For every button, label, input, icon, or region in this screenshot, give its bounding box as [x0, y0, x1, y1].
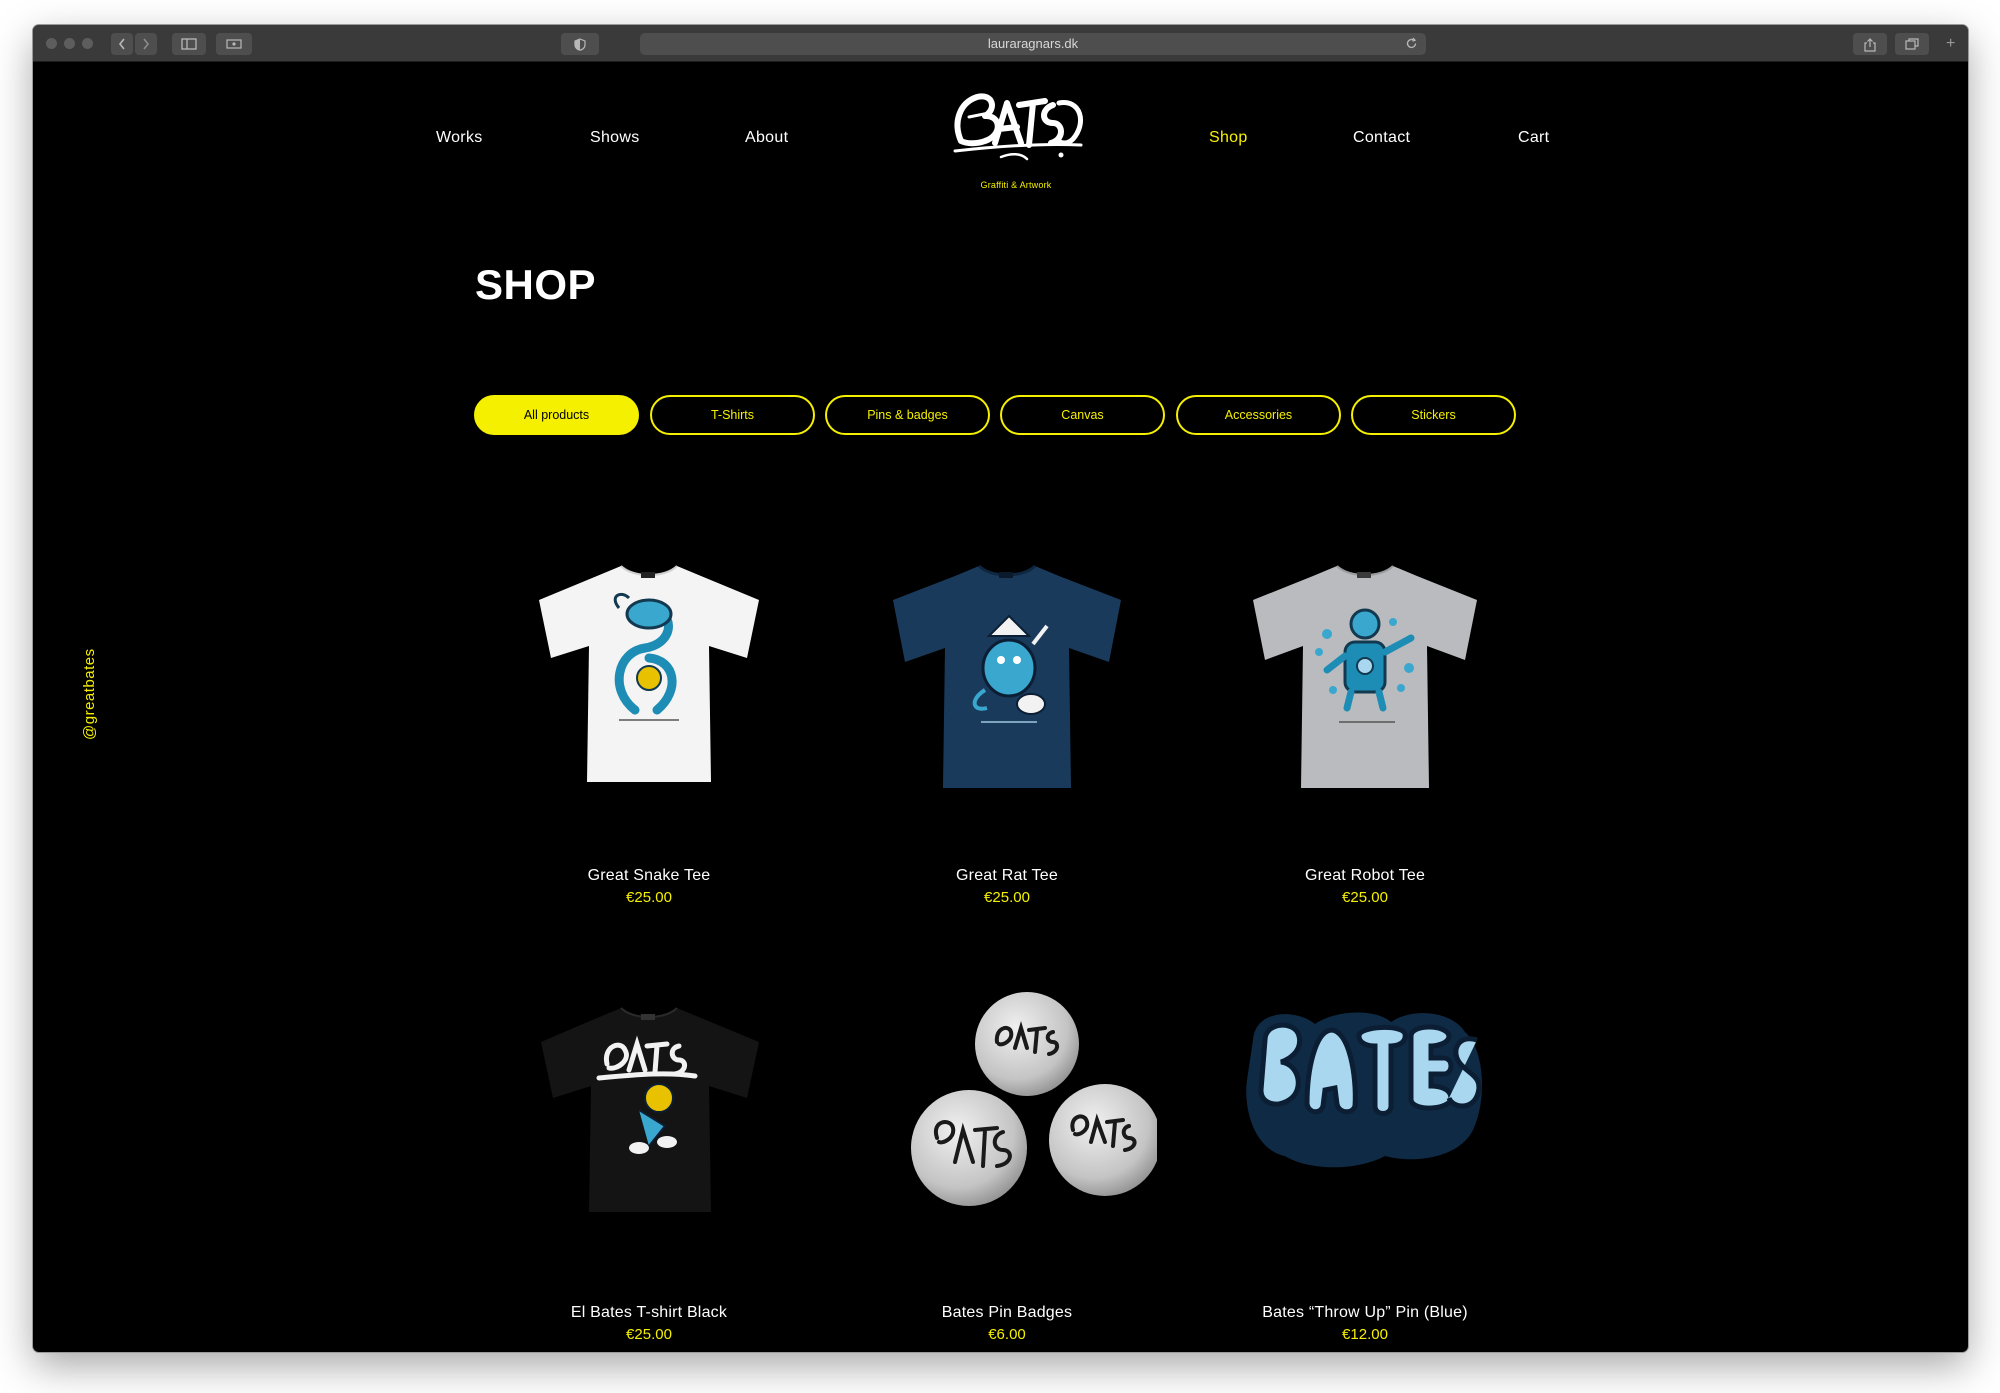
nav-shop[interactable]: Shop	[1209, 129, 1248, 147]
product-name[interactable]: Great Rat Tee	[857, 867, 1157, 885]
close-window-button[interactable]	[46, 38, 57, 49]
product-name[interactable]: Great Snake Tee	[499, 867, 799, 885]
page-title: SHOP	[475, 261, 597, 308]
bates-logo[interactable]: Graffiti & Artwork	[941, 83, 1091, 195]
minimize-window-button[interactable]	[64, 38, 75, 49]
filter-t-shirts[interactable]: T-Shirts	[650, 395, 815, 435]
privacy-button[interactable]	[561, 33, 599, 55]
tabs-button[interactable]	[1895, 33, 1929, 55]
share-button[interactable]	[1853, 33, 1887, 55]
nav-cart[interactable]: Cart	[1518, 129, 1549, 147]
product-price: €25.00	[1342, 889, 1388, 906]
instagram-handle-link[interactable]: @greatbates	[81, 648, 98, 740]
bookmarks-icon	[226, 39, 242, 49]
nav-contact[interactable]: Contact	[1353, 129, 1410, 147]
product-price: €25.00	[626, 889, 672, 906]
bates-tag-logo	[953, 93, 1083, 161]
filter-canvas[interactable]: Canvas	[1000, 395, 1165, 435]
filter-pins-badges[interactable]: Pins & badges	[825, 395, 990, 435]
nav-works[interactable]: Works	[436, 129, 483, 147]
product-image-great-rat-tee[interactable]	[857, 540, 1157, 800]
product-image-great-snake-tee[interactable]	[499, 540, 799, 800]
logo-tagline: Graffiti & Artwork	[980, 180, 1052, 190]
filter-stickers[interactable]: Stickers	[1351, 395, 1516, 435]
product-name[interactable]: Bates “Throw Up” Pin (Blue)	[1215, 1304, 1515, 1322]
nav-about[interactable]: About	[745, 129, 788, 147]
product-image-el-bates-tshirt-black[interactable]	[499, 980, 799, 1240]
sidebar-icon	[181, 38, 197, 50]
browser-window: lauraragnars.dk + Works Shows About Graf…	[33, 25, 1968, 1352]
product-image-great-robot-tee[interactable]	[1215, 540, 1515, 800]
reload-icon[interactable]	[1405, 37, 1418, 50]
url-text: lauraragnars.dk	[987, 36, 1079, 51]
share-icon	[1864, 38, 1876, 52]
tabs-icon	[1905, 38, 1919, 50]
tab-overview-button[interactable]	[216, 33, 252, 55]
product-price: €25.00	[626, 1326, 672, 1343]
nav-shows[interactable]: Shows	[590, 129, 640, 147]
shield-icon	[574, 38, 586, 51]
product-price: €12.00	[1342, 1326, 1388, 1343]
sidebar-toggle-button[interactable]	[172, 33, 206, 55]
new-tab-button[interactable]: +	[1946, 35, 1955, 53]
product-name[interactable]: El Bates T-shirt Black	[499, 1304, 799, 1322]
chevron-left-icon	[118, 38, 125, 50]
filter-all-products[interactable]: All products	[474, 395, 639, 435]
product-price: €25.00	[984, 889, 1030, 906]
forward-button[interactable]	[135, 33, 157, 55]
product-name[interactable]: Bates Pin Badges	[857, 1304, 1157, 1322]
chevron-right-icon	[143, 38, 150, 50]
product-image-bates-pin-badges[interactable]	[857, 980, 1161, 1240]
product-name[interactable]: Great Robot Tee	[1215, 867, 1515, 885]
browser-titlebar: lauraragnars.dk +	[33, 25, 1968, 62]
back-button[interactable]	[111, 33, 133, 55]
filter-accessories[interactable]: Accessories	[1176, 395, 1341, 435]
product-image-throw-up-pin-blue[interactable]	[1215, 980, 1515, 1240]
zoom-window-button[interactable]	[82, 38, 93, 49]
address-bar[interactable]: lauraragnars.dk	[640, 33, 1426, 55]
product-price: €6.00	[988, 1326, 1026, 1343]
